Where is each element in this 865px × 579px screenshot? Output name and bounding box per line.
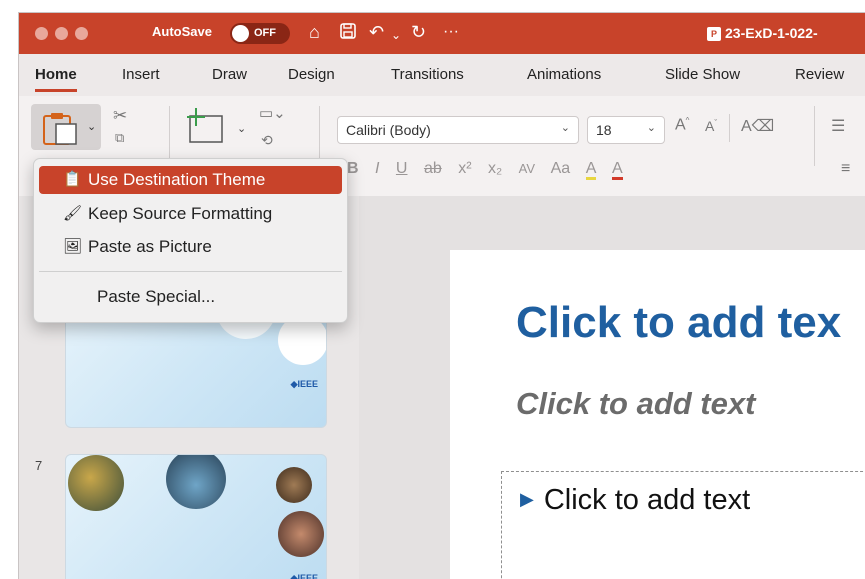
- clipboard-icon: [43, 113, 77, 145]
- italic-button[interactable]: I: [375, 160, 379, 177]
- powerpoint-file-icon: P: [707, 27, 721, 41]
- underline-button[interactable]: U: [396, 160, 408, 177]
- new-slide-dropdown-chevron-icon[interactable]: ⌄: [237, 122, 246, 135]
- photo-circle-meeting: [278, 511, 324, 557]
- menu-item-label: Paste as Picture: [88, 237, 212, 256]
- character-spacing-button[interactable]: AV: [519, 161, 535, 176]
- tab-draw[interactable]: Draw: [212, 66, 247, 83]
- layout-icon[interactable]: ▭⌄: [259, 104, 286, 122]
- font-name-select[interactable]: Calibri (Body) ⌄: [337, 116, 579, 144]
- paste-options-menu: 📋 Use Destination Theme 🖌 Keep Source Fo…: [33, 158, 348, 323]
- slide-number: 7: [35, 458, 43, 473]
- font-name-value: Calibri (Body): [346, 122, 431, 138]
- ribbon-divider: [169, 106, 170, 166]
- slide-editor: Click to add tex Click to add text ▶ Clic…: [359, 196, 865, 579]
- menu-item-use-destination-theme[interactable]: 📋 Use Destination Theme: [39, 166, 342, 194]
- undo-dropdown-chevron-icon[interactable]: ⌄: [391, 25, 401, 45]
- align-left-icon[interactable]: ≡: [841, 160, 850, 178]
- reset-slide-icon[interactable]: ⟲: [261, 132, 273, 149]
- decrease-font-size-icon[interactable]: Aˇ: [705, 118, 717, 134]
- photo-circle-vr: [166, 455, 226, 509]
- ieee-logo: ◆IEEE: [290, 573, 318, 579]
- photo-circle-workers: [68, 455, 124, 511]
- tab-insert[interactable]: Insert: [122, 66, 160, 83]
- menu-item-label: Paste Special...: [97, 287, 216, 306]
- font-size-chevron-icon: ⌄: [646, 122, 656, 134]
- close-window-button[interactable]: [35, 27, 48, 40]
- font-size-select[interactable]: 18 ⌄: [587, 116, 665, 144]
- ribbon-divider: [729, 114, 730, 142]
- font-size-value: 18: [596, 122, 612, 138]
- copy-icon[interactable]: ⧉: [115, 130, 124, 146]
- menu-item-paste-special[interactable]: Paste Special...: [39, 283, 342, 311]
- menu-item-label: Use Destination Theme: [88, 170, 266, 189]
- tab-design[interactable]: Design: [288, 66, 335, 83]
- undo-icon[interactable]: ↶: [369, 22, 384, 42]
- save-icon[interactable]: [339, 22, 357, 44]
- title-placeholder[interactable]: Click to add tex: [516, 298, 841, 348]
- increase-font-size-icon[interactable]: A^: [675, 116, 689, 134]
- more-commands-icon[interactable]: ···: [443, 22, 459, 42]
- highlight-color-button[interactable]: A: [585, 160, 597, 180]
- menu-item-paste-as-picture[interactable]: 🖼 Paste as Picture: [39, 233, 342, 261]
- clipboard-brush-icon: 🖌: [63, 205, 83, 222]
- strikethrough-button[interactable]: ab: [424, 160, 442, 177]
- clear-formatting-icon[interactable]: A⌫: [741, 116, 774, 136]
- cut-icon[interactable]: ✂: [113, 106, 127, 126]
- menu-item-keep-source-formatting[interactable]: 🖌 Keep Source Formatting: [39, 200, 342, 228]
- home-icon[interactable]: ⌂: [309, 22, 320, 42]
- title-bar: AutoSave OFF ⌂ ↶ ⌄ ↻ ··· P 23-ExD-1-022-: [19, 13, 865, 54]
- bullet-triangle-icon: ▶: [520, 489, 534, 509]
- ieee-logo: ◆IEEE: [290, 379, 318, 389]
- autosave-toggle[interactable]: OFF: [230, 23, 290, 44]
- document-title-text: 23-ExD-1-022-: [725, 25, 818, 41]
- slide-canvas[interactable]: Click to add tex Click to add text ▶ Clic…: [450, 250, 865, 579]
- autosave-label: AutoSave: [152, 24, 212, 39]
- ribbon-divider: [319, 106, 320, 166]
- slide-thumbnail-7[interactable]: ◆IEEE: [65, 454, 327, 579]
- tab-animations[interactable]: Animations: [527, 66, 601, 83]
- new-slide-icon[interactable]: [184, 106, 230, 151]
- text-format-row: B I U ab x² x₂ AV Aa A A: [347, 160, 635, 180]
- subscript-button[interactable]: x₂: [488, 160, 502, 177]
- tab-home[interactable]: Home: [35, 66, 77, 92]
- tab-transitions[interactable]: Transitions: [391, 66, 464, 83]
- clipboard-picture-icon: 🖼: [63, 238, 83, 255]
- superscript-button[interactable]: x²: [458, 160, 471, 177]
- bullet-item: ▶ Click to add text: [520, 484, 750, 517]
- clipboard-theme-icon: 📋: [63, 171, 82, 188]
- toggle-knob: [232, 25, 249, 42]
- bold-button[interactable]: B: [347, 160, 359, 177]
- redo-icon[interactable]: ↻: [411, 22, 426, 42]
- zoom-window-button[interactable]: [75, 27, 88, 40]
- tab-slide-show[interactable]: Slide Show: [665, 66, 740, 83]
- tab-review[interactable]: Review: [795, 66, 844, 83]
- minimize-window-button[interactable]: [55, 27, 68, 40]
- subtitle-placeholder[interactable]: Click to add text: [516, 386, 755, 422]
- document-title: P 23-ExD-1-022-: [707, 25, 818, 41]
- ribbon-divider: [814, 106, 815, 166]
- bullets-icon[interactable]: ☰: [831, 116, 845, 136]
- content-placeholder[interactable]: ▶ Click to add text: [501, 471, 865, 579]
- change-case-button[interactable]: Aa: [551, 160, 571, 177]
- autosave-state: OFF: [254, 27, 276, 39]
- font-name-chevron-icon: ⌄: [560, 122, 570, 134]
- paste-dropdown-chevron-icon[interactable]: ⌄: [87, 120, 96, 133]
- photo-circle-team: [276, 467, 312, 503]
- paste-button[interactable]: ⌄: [31, 104, 101, 150]
- menu-item-label: Keep Source Formatting: [88, 204, 273, 223]
- font-color-button[interactable]: A: [611, 160, 623, 180]
- bullet-text: Click to add text: [543, 484, 751, 516]
- menu-divider: [39, 271, 342, 272]
- ribbon-tabs: Home Insert Draw Design Transitions Anim…: [19, 54, 865, 96]
